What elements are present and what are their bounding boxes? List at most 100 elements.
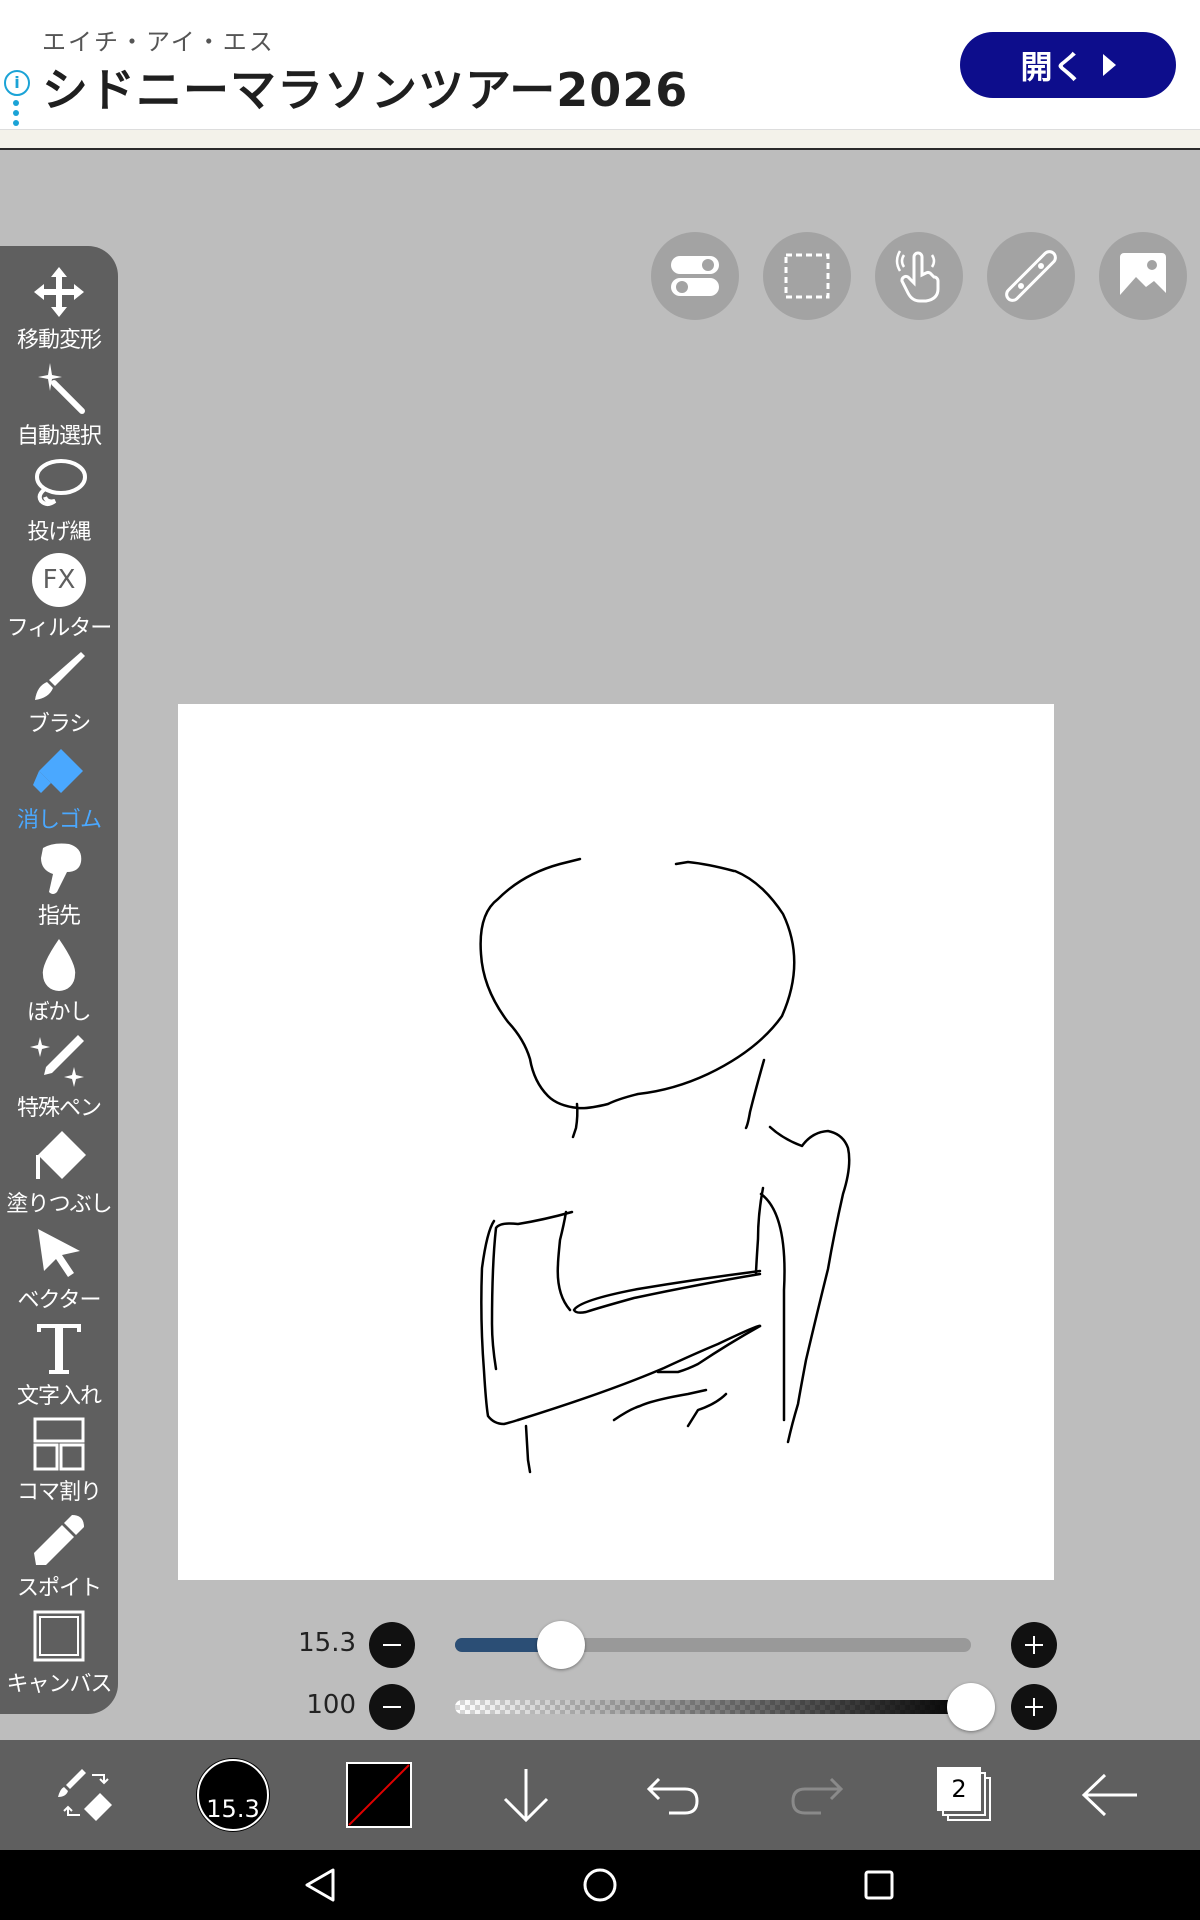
- opacity-gradient: [455, 1700, 971, 1714]
- size-increase-button[interactable]: [1011, 1622, 1057, 1668]
- size-decrease-button[interactable]: [369, 1622, 415, 1668]
- opacity-slider-track[interactable]: [455, 1700, 971, 1714]
- toggle-button[interactable]: [651, 232, 739, 320]
- ad-subtitle: エイチ・アイ・エス: [42, 28, 275, 56]
- tool-fill[interactable]: 塗りつぶし: [0, 1128, 118, 1224]
- tool-auto-select[interactable]: 自動選択: [0, 360, 118, 456]
- tool-label: コマ割り: [16, 1480, 102, 1505]
- blur-icon: [42, 939, 76, 991]
- color-swatch-icon: [346, 1762, 412, 1828]
- drawing-canvas[interactable]: [178, 704, 1054, 1580]
- play-triangle-icon: [1102, 54, 1116, 76]
- brush-size-button[interactable]: 15.3: [178, 1740, 288, 1850]
- tool-label: キャンバス: [6, 1672, 112, 1697]
- special-pen-icon: [30, 1035, 84, 1087]
- tool-canvas[interactable]: キャンバス: [0, 1608, 118, 1704]
- size-slider-knob[interactable]: [537, 1621, 586, 1669]
- canvas-icon: [33, 1610, 85, 1662]
- tool-blur[interactable]: ぼかし: [0, 936, 118, 1032]
- color-button[interactable]: [324, 1740, 434, 1850]
- brush-icon: [35, 652, 85, 700]
- tool-label: ベクター: [17, 1288, 101, 1313]
- tool-label: 移動変形: [16, 328, 102, 353]
- layers-icon: 2: [937, 1767, 993, 1823]
- touch-gesture-button[interactable]: [875, 232, 963, 320]
- eyedropper-icon: [34, 1515, 84, 1565]
- back-button[interactable]: [1055, 1740, 1165, 1850]
- nav-home-button[interactable]: [570, 1855, 630, 1915]
- ad-menu-icon[interactable]: [13, 100, 19, 130]
- opacity-decrease-button[interactable]: [369, 1684, 415, 1730]
- tool-label: フィルター: [6, 616, 113, 641]
- ruler-icon: [1005, 250, 1057, 302]
- layer-count: 2: [937, 1767, 981, 1811]
- ad-title: シドニーマラソンツアー2026: [42, 63, 689, 117]
- layers-button[interactable]: 2: [910, 1740, 1020, 1850]
- tool-palette: 移動変形 自動選択 投げ縄 FX フィルター ブラシ 消しゴム 指先 ぼかし 特…: [0, 246, 118, 1714]
- tool-label: 投げ縄: [27, 520, 91, 545]
- square-recents-icon: [864, 1870, 894, 1900]
- undo-button[interactable]: [617, 1740, 727, 1850]
- tool-vector[interactable]: ベクター: [0, 1224, 118, 1320]
- frame-divide-icon: [33, 1417, 85, 1471]
- size-slider-track[interactable]: [455, 1638, 971, 1652]
- fx-icon: FX: [32, 553, 86, 607]
- tool-special-pen[interactable]: 特殊ペン: [0, 1032, 118, 1128]
- opacity-value: 100: [306, 1690, 356, 1720]
- nav-back-button[interactable]: [290, 1855, 350, 1915]
- ruler-button[interactable]: [987, 232, 1075, 320]
- tool-label: 消しゴム: [16, 808, 102, 833]
- redo-button[interactable]: [763, 1740, 873, 1850]
- tool-eraser[interactable]: 消しゴム: [0, 744, 118, 840]
- tool-label: 自動選択: [16, 424, 102, 449]
- move-transform-icon: [34, 267, 84, 317]
- ad-divider: [0, 130, 1200, 150]
- fill-icon: [36, 1131, 86, 1179]
- tool-move-transform[interactable]: 移動変形: [0, 264, 118, 360]
- tool-label: 指先: [37, 904, 81, 929]
- system-nav-bar: [0, 1850, 1200, 1920]
- nav-recents-button[interactable]: [849, 1855, 909, 1915]
- tool-filter[interactable]: FX フィルター: [0, 552, 118, 648]
- arrow-left-icon: [1081, 1773, 1137, 1817]
- brush-size-label: 15.3: [206, 1795, 260, 1823]
- material-button[interactable]: [1099, 232, 1187, 320]
- tool-text[interactable]: 文字入れ: [0, 1320, 118, 1416]
- arrow-down-icon: [503, 1769, 549, 1823]
- plus-icon: [1025, 1636, 1043, 1654]
- touch-gesture-icon: [895, 250, 940, 303]
- toggle-icon: [671, 256, 719, 296]
- finger-icon: [41, 843, 82, 894]
- tool-brush[interactable]: ブラシ: [0, 648, 118, 744]
- plus-icon: [1025, 1698, 1043, 1716]
- ad-open-button[interactable]: 開く: [960, 32, 1176, 98]
- ad-banner[interactable]: エイチ・アイ・エス シドニーマラソンツアー2026 i 開く: [0, 0, 1200, 130]
- brush-size-circle: 15.3: [197, 1759, 269, 1831]
- text-icon: [37, 1324, 81, 1374]
- swap-brush-eraser-button[interactable]: [31, 1740, 141, 1850]
- tool-finger[interactable]: 指先: [0, 840, 118, 936]
- brush-eraser-swap-icon: [58, 1769, 112, 1821]
- tool-frame-divide[interactable]: コマ割り: [0, 1416, 118, 1512]
- tool-lasso[interactable]: 投げ縄: [0, 456, 118, 552]
- tool-label: 特殊ペン: [16, 1096, 102, 1121]
- ad-info-icon[interactable]: i: [4, 70, 30, 96]
- opacity-increase-button[interactable]: [1011, 1684, 1057, 1730]
- magic-wand-icon: [38, 363, 85, 414]
- triangle-back-icon: [305, 1868, 335, 1902]
- redo-icon: [791, 1777, 844, 1815]
- opacity-slider-knob[interactable]: [947, 1683, 995, 1731]
- minus-icon: [383, 1706, 401, 1708]
- selection-button[interactable]: [763, 232, 851, 320]
- download-button[interactable]: [471, 1740, 581, 1850]
- bottom-toolbar: 15.3 2: [0, 1740, 1200, 1850]
- tool-label: スポイト: [16, 1576, 102, 1601]
- ad-open-label: 開く: [1020, 48, 1085, 86]
- circle-home-icon: [583, 1868, 617, 1902]
- figure-line-art: [479, 857, 851, 1474]
- image-material-icon: [1120, 253, 1166, 299]
- tool-eyedropper[interactable]: スポイト: [0, 1512, 118, 1608]
- vector-icon: [38, 1229, 80, 1277]
- tool-label: ブラシ: [27, 712, 92, 737]
- brush-size-value: 15.3: [298, 1628, 356, 1658]
